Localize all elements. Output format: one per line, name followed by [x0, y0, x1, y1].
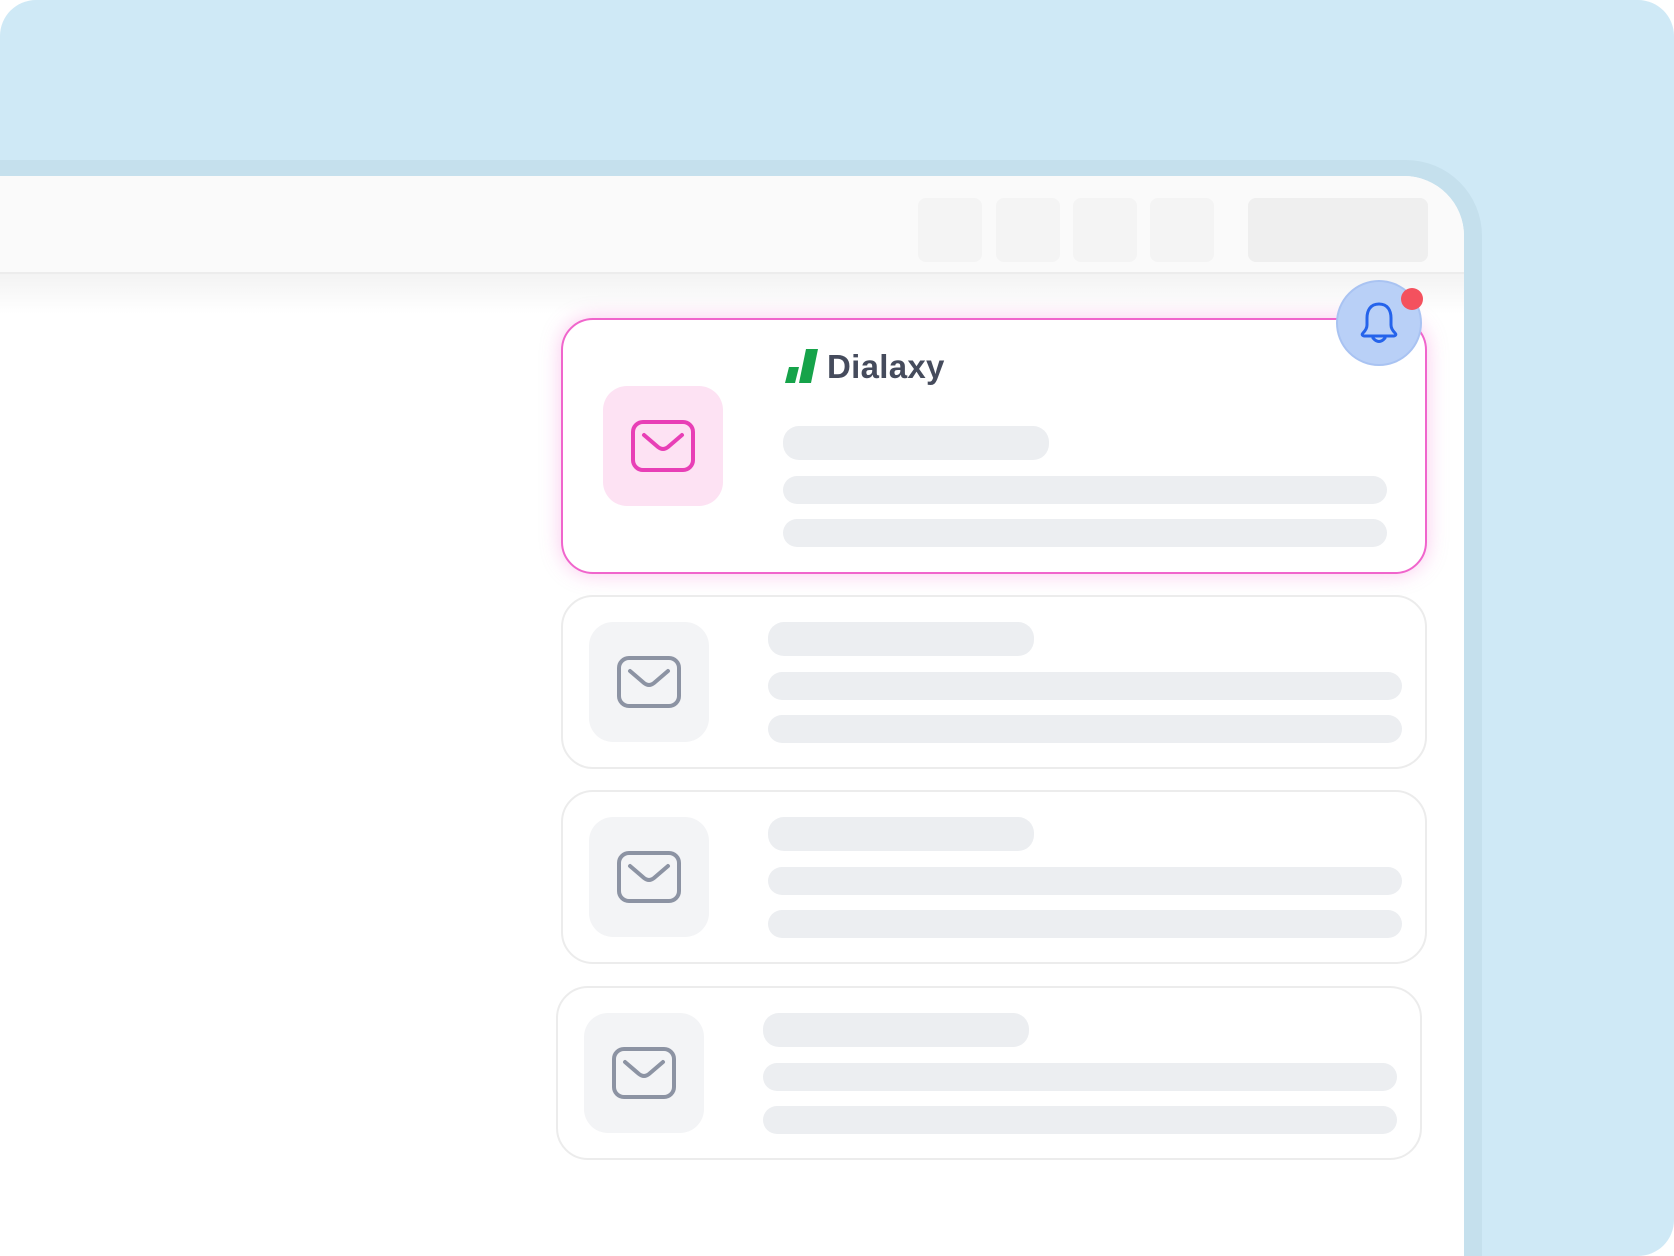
brand-logo: Dialaxy [785, 348, 945, 386]
toolbar-button[interactable] [1073, 198, 1137, 262]
mail-icon [617, 656, 681, 708]
mail-icon [617, 851, 681, 903]
unread-badge-dot [1401, 288, 1423, 310]
placeholder-line [783, 476, 1387, 504]
placeholder-line [768, 672, 1402, 700]
placeholder-line [763, 1106, 1397, 1134]
placeholder-line [768, 715, 1402, 743]
brand-name: Dialaxy [827, 348, 945, 385]
browser-toolbar [0, 176, 1464, 274]
mail-icon-tile [603, 386, 723, 506]
mail-icon-tile [584, 1013, 704, 1133]
placeholder-title-bar [768, 622, 1034, 656]
placeholder-line [768, 910, 1402, 938]
bell-icon [1360, 302, 1398, 343]
scene: Dialaxy [0, 0, 1674, 1256]
notification-card[interactable] [556, 986, 1422, 1160]
toolbar-wide-control[interactable] [1248, 198, 1428, 262]
toolbar-button[interactable] [1150, 198, 1214, 262]
mail-icon [612, 1047, 676, 1099]
mail-icon-tile [589, 622, 709, 742]
notification-card[interactable] [561, 790, 1427, 964]
dialaxy-logo-icon [785, 349, 818, 383]
mail-icon-tile [589, 817, 709, 937]
placeholder-title-bar [768, 817, 1034, 851]
placeholder-title-bar [783, 426, 1049, 460]
placeholder-line [763, 1063, 1397, 1091]
notification-card[interactable] [561, 595, 1427, 769]
toolbar-shadow [0, 274, 1464, 314]
notification-card-active[interactable]: Dialaxy [561, 318, 1427, 574]
toolbar-button[interactable] [918, 198, 982, 262]
placeholder-line [768, 867, 1402, 895]
placeholder-title-bar [763, 1013, 1029, 1047]
placeholder-line [783, 519, 1387, 547]
toolbar-button[interactable] [996, 198, 1060, 262]
mail-icon [631, 420, 695, 472]
